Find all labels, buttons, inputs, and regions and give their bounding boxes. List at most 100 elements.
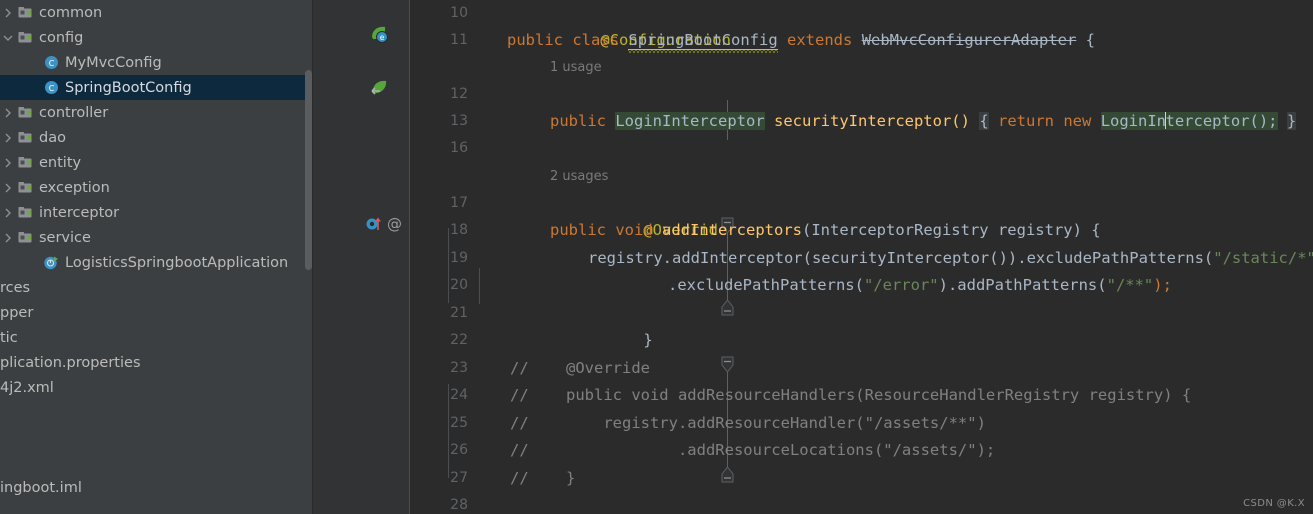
tree-item-service[interactable]: service xyxy=(0,225,313,250)
usage-hint[interactable]: 1 usage xyxy=(550,54,602,81)
line-number: 21 xyxy=(450,305,468,321)
code-row[interactable]: 28 } xyxy=(410,492,1313,514)
tree-item-interceptor[interactable]: interceptor xyxy=(0,200,313,225)
code-row[interactable]: 10 @Configuration xyxy=(410,0,1313,49)
tree-item-controller[interactable]: controller xyxy=(0,100,313,125)
chevron-right-icon[interactable] xyxy=(0,108,16,118)
deprecated-superclass: WebMvcConfigurerAdapter xyxy=(861,31,1077,49)
tree-item-label: common xyxy=(39,4,103,21)
class-name-declaration: SpringBootConfig xyxy=(628,31,778,53)
svg-text:C: C xyxy=(48,59,54,68)
comment-text: // public void addResourceHandlers(Resou… xyxy=(510,386,1192,404)
project-tree-panel[interactable]: common config C MyMvcConfig C SpringBootConfi… xyxy=(0,0,313,514)
tree-item-label: rces xyxy=(0,279,31,296)
tree-item-label: SpringBootConfig xyxy=(65,79,192,96)
tree-item-ingboot-iml[interactable]: ingboot.iml xyxy=(0,475,313,500)
string-literal: "/error" xyxy=(863,276,939,294)
code-content[interactable]: 10 @Configuration 11 public class Spring… xyxy=(410,0,1313,514)
comment-text: // registry.addResourceHandler("/assets/… xyxy=(510,414,986,432)
tree-item-label: 4j2.xml xyxy=(0,379,54,396)
tree-item-dao[interactable]: dao xyxy=(0,125,313,150)
code-row[interactable]: 22 xyxy=(410,327,1313,354)
line-number: 17 xyxy=(450,195,468,211)
tree-item-label: config xyxy=(39,29,84,46)
line-number: 18 xyxy=(450,222,468,238)
watermark: CSDN @K.X xyxy=(1243,498,1305,509)
code-row[interactable]: 11 public class SpringBootConfig extends… xyxy=(410,27,1313,54)
project-tree[interactable]: common config C MyMvcConfig C SpringBootConfi… xyxy=(0,0,313,500)
sidebar-vertical-scrollbar[interactable] xyxy=(305,70,312,270)
editor-gutter[interactable] xyxy=(313,0,410,514)
tree-item-4j2-xml[interactable]: 4j2.xml xyxy=(0,375,313,400)
tree-item-plication-properties[interactable]: plication.properties xyxy=(0,350,313,375)
annotation-gutter-icon[interactable]: @ xyxy=(387,215,402,233)
code-row[interactable]: 18 public void addInterceptors(Intercept… xyxy=(410,217,1313,244)
code-row[interactable]: 23 // @Override xyxy=(410,355,1313,382)
code-row[interactable]: 20 .excludePathPatterns("/error").addPat… xyxy=(410,272,1313,299)
code-row[interactable]: 27 // } xyxy=(410,465,1313,492)
folder-icon xyxy=(16,106,34,119)
line-number: 28 xyxy=(450,497,468,513)
method-declaration: addInterceptors xyxy=(662,221,802,239)
svg-text:e: e xyxy=(380,33,385,42)
code-text: } xyxy=(510,492,613,514)
tree-item-springbootconfig[interactable]: C SpringBootConfig xyxy=(0,75,313,100)
chevron-right-icon[interactable] xyxy=(0,183,16,193)
spring-config-gutter-icon[interactable]: e xyxy=(369,24,389,48)
highlighted-type: LoginInterceptor xyxy=(615,112,765,130)
tree-item-label: service xyxy=(39,229,91,246)
tree-item-config[interactable]: config xyxy=(0,25,313,50)
code-row[interactable]: 24 // public void addResourceHandlers(Re… xyxy=(410,382,1313,409)
chevron-right-icon[interactable] xyxy=(0,208,16,218)
string-literal: "/static/*" xyxy=(1213,249,1313,267)
spring-boot-run-icon xyxy=(42,255,60,271)
line-number: 10 xyxy=(450,5,468,21)
code-editor[interactable]: e @ 10 @Configuration 11 public class Sp… xyxy=(313,0,1313,514)
tree-item-label: pper xyxy=(0,304,34,321)
usage-hint[interactable]: 2 usages xyxy=(550,163,608,190)
tree-item-pper[interactable]: pper xyxy=(0,300,313,325)
overriding-method-gutter-icon[interactable] xyxy=(365,214,385,238)
chevron-down-icon[interactable] xyxy=(0,34,16,42)
code-row[interactable]: 19 registry.addInterceptor(securityInter… xyxy=(410,245,1313,272)
folder-icon xyxy=(16,156,34,169)
code-text: registry.addInterceptor(securityIntercep… xyxy=(588,245,1313,272)
folder-icon xyxy=(16,206,34,219)
code-row[interactable]: 25 // registry.addResourceHandler("/asse… xyxy=(410,410,1313,437)
code-row[interactable]: 17 @Override xyxy=(410,190,1313,239)
code-text: public class SpringBootConfig extends We… xyxy=(507,27,1095,54)
line-number: 24 xyxy=(450,387,468,403)
chevron-right-icon[interactable] xyxy=(0,133,16,143)
tree-item-logisticsspringbootapplication[interactable]: LogisticsSpringbootApplication xyxy=(0,250,313,275)
spring-bean-gutter-icon[interactable] xyxy=(369,78,389,102)
tree-item-blank[interactable] xyxy=(0,450,313,475)
code-row[interactable]: 26 // .addResourceLocations("/assets/"); xyxy=(410,437,1313,464)
code-text: .excludePathPatterns("/error").addPathPa… xyxy=(668,276,1172,294)
code-row[interactable]: 21 } xyxy=(410,300,1313,349)
chevron-right-icon[interactable] xyxy=(0,158,16,168)
tree-item-mymvcconfig[interactable]: C MyMvcConfig xyxy=(0,50,313,75)
tree-item-label: controller xyxy=(39,104,109,121)
line-number: 13 xyxy=(450,113,468,129)
line-number: 20 xyxy=(450,277,468,293)
chevron-right-icon[interactable] xyxy=(0,8,16,18)
tree-item-entity[interactable]: entity xyxy=(0,150,313,175)
chevron-right-icon[interactable] xyxy=(0,233,16,243)
line-number: 26 xyxy=(450,442,468,458)
tree-item-tic[interactable]: tic xyxy=(0,325,313,350)
tree-item-common[interactable]: common xyxy=(0,0,313,25)
code-row[interactable]: 12 @Bean xyxy=(410,81,1313,130)
tree-item-label: tic xyxy=(0,329,18,346)
line-number: 25 xyxy=(450,415,468,431)
tree-item-exception[interactable]: exception xyxy=(0,175,313,200)
line-number: 19 xyxy=(450,250,468,266)
tree-item-label: dao xyxy=(39,129,66,146)
code-row[interactable]: 13 public LoginInterceptor securityInter… xyxy=(410,108,1313,135)
tree-item-blank[interactable] xyxy=(0,425,313,450)
tree-item-label: interceptor xyxy=(39,204,120,221)
highlighted-constructor: LoginInterceptor(); xyxy=(1100,112,1278,130)
string-literal: "/**" xyxy=(1106,276,1154,294)
tree-item-blank[interactable] xyxy=(0,400,313,425)
tree-item-rces[interactable]: rces xyxy=(0,275,313,300)
code-row[interactable]: 16 xyxy=(410,135,1313,162)
